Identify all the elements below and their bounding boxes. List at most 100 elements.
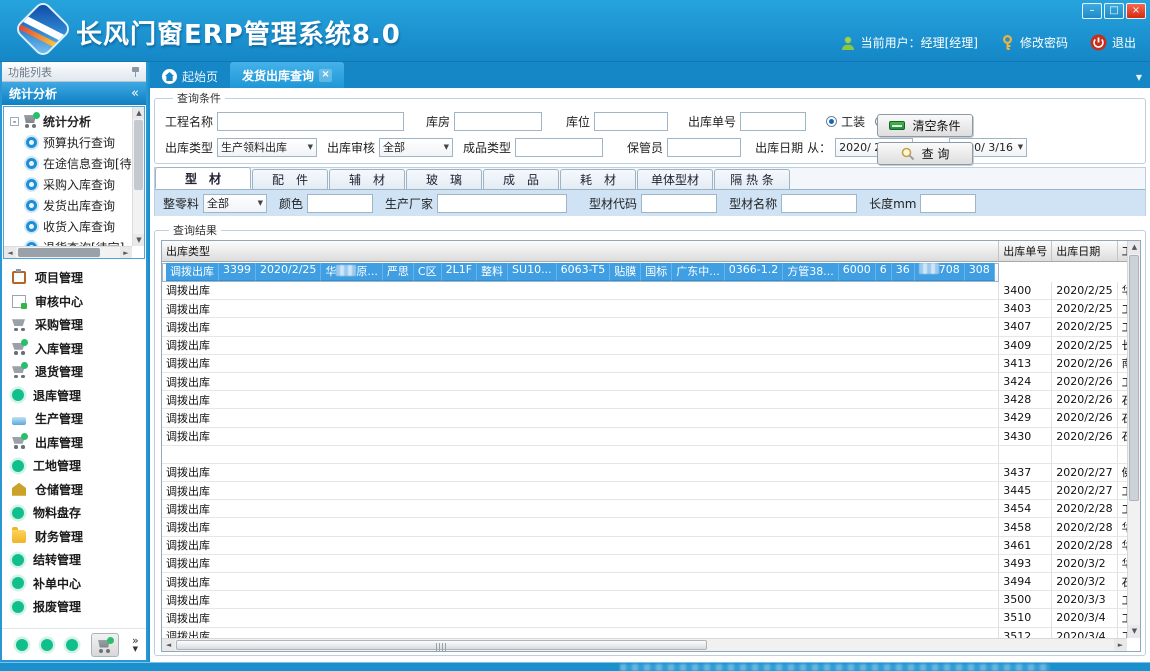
footer-cart-button[interactable] xyxy=(91,633,119,657)
table-row[interactable]: 调拨出库34242020/2/26工工程严思G区1L1F整料光身料6063-T5… xyxy=(162,372,1127,390)
table-horizontal-scrollbar[interactable]: ◄ ► xyxy=(162,638,1127,651)
tree-expander-icon[interactable]: - xyxy=(10,117,19,126)
close-button[interactable]: × xyxy=(1126,3,1146,19)
color-input[interactable] xyxy=(307,194,373,213)
table-row[interactable]: 调拨出库34932020/3/2华原...陈琳C区1L1F整料黑色塑料不贴膜国标… xyxy=(162,554,1127,572)
tree-item[interactable]: 退货查询[待定] xyxy=(10,237,132,246)
table-row[interactable]: 调拨出库34072020/2/25工工程严思G区1L1F整料光身料6063-T5… xyxy=(162,318,1127,336)
table-vscroll-thumb[interactable] xyxy=(1129,255,1139,501)
scroll-down-icon[interactable]: ▼ xyxy=(133,234,145,246)
scroll-left-icon[interactable]: ◄ xyxy=(162,639,175,652)
table-row[interactable]: 调拨出库34942020/3/2石辉城汤伟H区5R1F整料光身料6063-T5贴… xyxy=(162,573,1127,591)
footer-dot-icon[interactable] xyxy=(66,639,78,651)
tree-horizontal-scrollbar[interactable]: ◄ ► xyxy=(4,246,132,258)
keeper-input[interactable] xyxy=(667,138,741,157)
tree-hscroll-thumb[interactable] xyxy=(18,248,100,257)
table-vertical-scrollbar[interactable]: ▲ ▼ xyxy=(1127,241,1140,638)
table-row[interactable]: 调拨出库33992020/2/25华原...严思C区2L1F整料SU10...6… xyxy=(162,263,999,282)
table-row[interactable]: 调拨出库35122020/3/4工共工程陈琳F区1L2F整料光身料6063-T5… xyxy=(162,627,1127,638)
scroll-right-icon[interactable]: ► xyxy=(120,247,132,259)
tab-shipment-query[interactable]: 发货出库查询 × xyxy=(230,62,344,88)
column-header[interactable]: 出库类型 xyxy=(162,241,999,261)
audit-select[interactable]: 全部▼ xyxy=(379,138,453,157)
column-header[interactable]: 出库日期 xyxy=(1052,241,1117,261)
product-type-input[interactable] xyxy=(515,138,603,157)
sidebar-item-dot[interactable]: 退库管理 xyxy=(12,384,146,408)
maximize-button[interactable]: □ xyxy=(1104,3,1124,19)
table-row[interactable]: 调拨出库34282020/2/26石城陈琳G区2L4F整料KLM38176063… xyxy=(162,391,1127,409)
scroll-right-icon[interactable]: ► xyxy=(1114,639,1127,652)
scroll-up-icon[interactable]: ▲ xyxy=(133,107,145,119)
profile-code-input[interactable] xyxy=(641,194,717,213)
tree-item[interactable]: 在途信息查询[待 xyxy=(10,153,132,174)
tab-home[interactable]: 起始页 xyxy=(150,65,230,88)
location-input[interactable] xyxy=(594,112,668,131)
footer-dot-icon[interactable] xyxy=(41,639,53,651)
table-row[interactable]: 调拨出库34582020/2/28华原...陈琳C区4L1F整料光身料6063-… xyxy=(162,518,1127,536)
whole-part-select[interactable]: 全部▼ xyxy=(203,194,267,213)
tab-close-icon[interactable]: × xyxy=(319,69,332,82)
sidebar-item-note[interactable]: 审核中心 xyxy=(12,290,146,314)
tree-item[interactable]: 收货入库查询 xyxy=(10,216,132,237)
table-row[interactable]: G区3L3F整料KLM38176063-T5贴膜国标山东华...GA90M09.… xyxy=(162,445,1127,463)
change-password[interactable]: 修改密码 xyxy=(1000,34,1068,51)
sidebar-item-dot[interactable]: 物料盘存 xyxy=(12,501,146,525)
warehouse-input[interactable] xyxy=(454,112,542,131)
pin-icon[interactable] xyxy=(131,66,140,77)
tree-scroll-thumb[interactable] xyxy=(134,120,143,190)
sidebar-item-cart-green[interactable]: 入库管理 xyxy=(12,337,146,361)
scroll-down-icon[interactable]: ▼ xyxy=(1128,625,1141,638)
footer-dot-icon[interactable] xyxy=(16,639,28,651)
material-tab-3[interactable]: 玻 璃 xyxy=(406,169,482,189)
table-row[interactable]: 调拨出库35002020/3/3工共工程曹佳D区3L1F整料LT3P606063… xyxy=(162,591,1127,609)
profile-name-input[interactable] xyxy=(781,194,857,213)
material-tab-1[interactable]: 配 件 xyxy=(252,169,328,189)
table-row[interactable]: 调拨出库34452020/2/27工共工程严思F区5R1F整料光身料6063-T… xyxy=(162,482,1127,500)
material-tab-2[interactable]: 辅 材 xyxy=(329,169,405,189)
material-tab-4[interactable]: 成 品 xyxy=(483,169,559,189)
sidebar-item-clipboard[interactable]: 项目管理 xyxy=(12,266,146,290)
tree-item[interactable]: 发货出库查询 xyxy=(10,195,132,216)
material-tab-5[interactable]: 耗 材 xyxy=(560,169,636,189)
section-header[interactable]: 统计分析 « xyxy=(2,82,146,105)
length-input[interactable] xyxy=(920,194,976,213)
sidebar-item-dot[interactable]: 补单中心 xyxy=(12,572,146,596)
column-header[interactable]: 出库单号 xyxy=(999,241,1052,261)
sidebar-item-dot[interactable]: 报废管理 xyxy=(12,595,146,619)
out-type-select[interactable]: 生产领料出库▼ xyxy=(217,138,317,157)
table-row[interactable]: 调拨出库34292020/2/26石城陈琳G区5R2F整料KLM38176063… xyxy=(162,409,1127,427)
table-row[interactable]: 调拨出库34032020/2/25工工程严思G区1R1F整料光身料6063-T5… xyxy=(162,300,1127,318)
project-name-input[interactable] xyxy=(217,112,404,131)
material-tab-0[interactable]: 型 材 xyxy=(155,167,251,189)
minimize-button[interactable]: – xyxy=(1082,3,1102,19)
sidebar-item-cart-green[interactable]: 退货管理 xyxy=(12,360,146,384)
material-tab-7[interactable]: 隔 热 条 xyxy=(714,169,790,189)
table-row[interactable]: 调拨出库34302020/2/26石城陈琳G区3L3F整料KLM38176063… xyxy=(162,427,1127,445)
order-no-input[interactable] xyxy=(740,112,806,131)
sidebar-item-factory[interactable]: 生产管理 xyxy=(12,407,146,431)
sidebar-item-cart[interactable]: 采购管理 xyxy=(12,313,146,337)
footer-more-button[interactable]: »▼ xyxy=(132,637,139,653)
table-row[interactable]: 调拨出库34612020/2/28华原...陈琳B区1R2F整料F8877FT6… xyxy=(162,536,1127,554)
tree-root[interactable]: -统计分析 xyxy=(10,110,132,132)
table-row[interactable]: 调拨出库34132020/2/26南...严思C区5R3F整料G71422606… xyxy=(162,354,1127,372)
table-row[interactable]: 调拨出库34542020/2/28工共工程严思G区1R1F整料光身料6063-T… xyxy=(162,500,1127,518)
sidebar-item-folder[interactable]: 财务管理 xyxy=(12,525,146,549)
manufacturer-input[interactable] xyxy=(437,194,567,213)
table-row[interactable]: 调拨出库34372020/2/27佛料...陈琳B区3R6F整料PW056063… xyxy=(162,463,1127,481)
sidebar-item-cart-green[interactable]: 出库管理 xyxy=(12,431,146,455)
radio-gongzhuang[interactable]: 工装 xyxy=(826,113,865,130)
sidebar-item-dot[interactable]: 结转管理 xyxy=(12,548,146,572)
sidebar-item-dot[interactable]: 工地管理 xyxy=(12,454,146,478)
table-hscroll-thumb[interactable] xyxy=(176,640,707,650)
scroll-left-icon[interactable]: ◄ xyxy=(4,247,16,259)
logout[interactable]: 退出 xyxy=(1090,34,1136,51)
sidebar-item-warehouse[interactable]: 仓储管理 xyxy=(12,478,146,502)
column-header[interactable]: 工程 xyxy=(1117,241,1127,261)
tree-item[interactable]: 采购入库查询 xyxy=(10,174,132,195)
table-row[interactable]: 调拨出库34002020/2/25华原...严思C区4L1F整料SU10...6… xyxy=(162,282,1127,300)
tree-item[interactable]: 预算执行查询 xyxy=(10,132,132,153)
table-row[interactable]: 调拨出库35102020/3/4工共工程陈琳F区5R1F整料光身料6063-T5… xyxy=(162,609,1127,627)
clear-conditions-button[interactable]: 清空条件 xyxy=(877,114,973,137)
search-button[interactable]: 查 询 xyxy=(877,142,973,165)
